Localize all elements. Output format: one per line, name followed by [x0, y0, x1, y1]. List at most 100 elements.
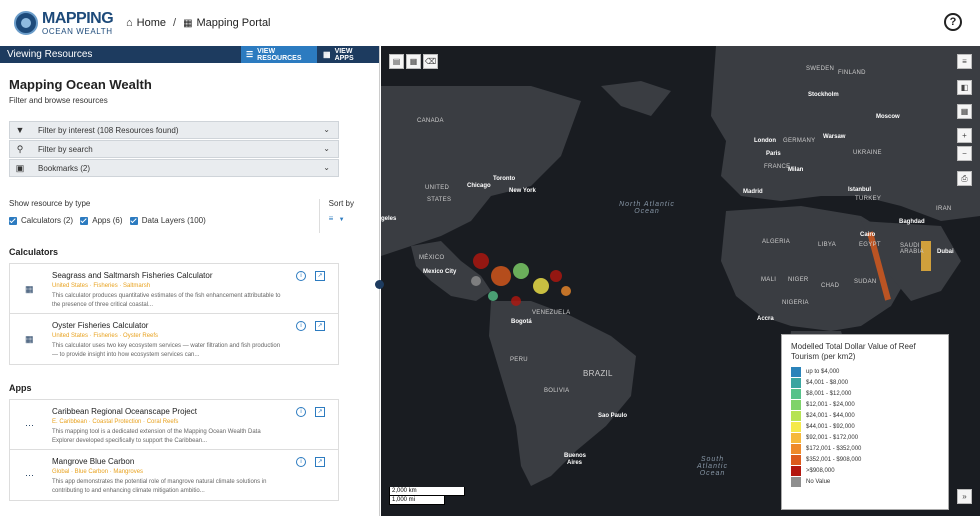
calculators-checkbox[interactable]: Calculators (2) — [9, 216, 73, 225]
card-title[interactable]: Oyster Fisheries Calculator — [52, 321, 148, 330]
external-link-icon[interactable]: ↗ — [315, 457, 325, 467]
info-icon[interactable]: i — [296, 271, 306, 281]
apps-checkbox[interactable]: Apps (6) — [80, 216, 122, 225]
home-icon[interactable]: ⌂ — [126, 17, 133, 29]
data-layers-checkbox[interactable]: Data Layers (100) — [129, 216, 206, 225]
print-icon[interactable]: ⎙ — [957, 171, 972, 186]
view-apps-label: VIEW APPS — [334, 47, 354, 62]
legend-items: up to $4,000 $4,001 - $8,000 $8,001 - $1… — [791, 366, 939, 487]
legend-label: $8,001 - $12,000 — [806, 390, 852, 397]
data-layers-checkbox-label: Data Layers (100) — [141, 216, 206, 225]
sort-label: Sort by — [328, 199, 354, 208]
card-tags: United States · Fisheries · Saltmarsh — [52, 283, 151, 289]
zoom-in-icon[interactable]: + — [957, 128, 972, 143]
legend-label: >$908,000 — [806, 467, 835, 474]
info-icon[interactable]: i — [296, 321, 306, 331]
apps-grid-icon: ▦ — [323, 50, 331, 59]
legend-item: $12,001 - $24,000 — [791, 399, 939, 410]
legend-label: $44,001 - $92,000 — [806, 423, 855, 430]
legend-item: $8,001 - $12,000 — [791, 388, 939, 399]
map-label: Madrid — [743, 189, 763, 195]
legend-item: $4,001 - $8,000 — [791, 377, 939, 388]
zoom-out-icon[interactable]: − — [957, 146, 972, 161]
trash-icon[interactable]: ⌫ — [423, 54, 438, 69]
resource-card[interactable]: ⋯ Caribbean Regional Oceanscape Project … — [9, 399, 339, 450]
caret-down-icon: ▼ — [338, 217, 345, 223]
card-tags: E. Caribbean · Coastal Protection · Cora… — [52, 419, 179, 425]
bookmarks-row[interactable]: ▣ Bookmarks (2) ⌄ — [9, 159, 339, 177]
resource-card[interactable]: ▦ Oyster Fisheries Calculator United Sta… — [9, 314, 339, 365]
legend-swatch — [791, 410, 801, 421]
help-button[interactable]: ? — [944, 13, 962, 31]
legend-title: Modelled Total Dollar Value of Reef Tour… — [791, 342, 916, 361]
resource-card[interactable]: ▦ Seagrass and Saltmarsh Fisheries Calcu… — [9, 263, 339, 314]
filter-interest-row[interactable]: ▼ Filter by interest (108 Resources foun… — [9, 121, 339, 139]
funnel-icon: ▼ — [15, 125, 25, 135]
info-icon[interactable]: i — [296, 407, 306, 417]
type-filter-label: Show resource by type — [9, 199, 91, 208]
menu-icon[interactable]: ≡ — [957, 54, 972, 69]
map-label: geles — [381, 216, 397, 222]
external-link-icon[interactable]: ↗ — [315, 321, 325, 331]
breadcrumb-home[interactable]: Home — [137, 17, 166, 29]
view-resources-button[interactable]: ☰ VIEW RESOURCES — [241, 46, 317, 63]
map-label: Buenos — [564, 453, 587, 459]
map-label: SWEDEN — [806, 66, 835, 72]
breadcrumb-separator: / — [173, 17, 177, 29]
bookmarks-label: Bookmarks (2) — [38, 163, 91, 173]
map-view[interactable]: ▤ ▦ ⌫ ≡ ◧ ▦ + − ⎙ » SWEDEN FINLAND Stock… — [381, 46, 980, 516]
select-icon[interactable]: ▦ — [406, 54, 421, 69]
external-link-icon[interactable]: ↗ — [315, 271, 325, 281]
measure-icon[interactable]: ▤ — [389, 54, 404, 69]
info-icon[interactable]: i — [296, 457, 306, 467]
legend-swatch — [791, 377, 801, 388]
calculators-heading: Calculators — [9, 247, 59, 257]
legend-label: $352,001 - $908,000 — [806, 456, 862, 463]
map-label: MALI — [761, 277, 777, 283]
sort-dropdown[interactable]: ≡ ▼ — [329, 214, 354, 223]
map-label: Chicago — [467, 183, 491, 189]
legend-swatch — [791, 476, 801, 487]
card-description: This calculator uses two key ecosystem s… — [52, 343, 281, 358]
legend-swatch — [791, 432, 801, 443]
grid-icon: ▦ — [183, 17, 193, 29]
map-legend: Modelled Total Dollar Value of Reef Tour… — [781, 334, 949, 510]
map-label: SAUDI ARABIA — [900, 243, 924, 255]
card-title[interactable]: Caribbean Regional Oceanscape Project — [52, 407, 197, 416]
panel-collapse-handle[interactable] — [375, 280, 384, 289]
card-title[interactable]: Mangrove Blue Carbon — [52, 457, 134, 466]
map-label: Paris — [766, 151, 781, 157]
resource-card[interactable]: ⋯ Mangrove Blue Carbon Global · Blue Car… — [9, 450, 339, 501]
view-apps-button[interactable]: ▦ VIEW APPS — [318, 46, 378, 63]
chevron-down-icon: ⌄ — [323, 125, 330, 134]
card-title[interactable]: Seagrass and Saltmarsh Fisheries Calcula… — [52, 271, 213, 280]
filter-search-row[interactable]: ⚲ Filter by search ⌄ — [9, 140, 339, 158]
map-label: North Atlantic Ocean — [619, 201, 675, 215]
legend-item: $24,001 - $44,000 — [791, 410, 939, 421]
basemap-gallery-icon[interactable]: ▦ — [957, 104, 972, 119]
map-label: SUDAN — [854, 279, 877, 285]
map-label: BRAZIL — [583, 369, 613, 378]
logo[interactable]: MAPPING OCEAN WEALTH — [14, 10, 114, 36]
legend-swatch — [791, 366, 801, 377]
scale-bar: 2,000 km 1,000 mi — [389, 487, 465, 505]
calculator-icon: ▦ — [25, 334, 34, 344]
scale-km: 2,000 km — [389, 487, 465, 496]
map-label: STATES — [427, 197, 452, 203]
map-label: ALGERIA — [762, 239, 791, 245]
chevron-down-icon: ⌄ — [323, 144, 330, 153]
legend-label: $24,001 - $44,000 — [806, 412, 855, 419]
search-icon: ⚲ — [16, 143, 24, 154]
legend-item: $92,001 - $172,000 — [791, 432, 939, 443]
calculator-icon: ▦ — [25, 284, 34, 294]
legend-label: $92,001 - $172,000 — [806, 434, 859, 441]
top-bar: MAPPING OCEAN WEALTH ⌂ Home / ▦ Mapping … — [0, 0, 980, 46]
legend-label: $4,001 - $8,000 — [806, 379, 849, 386]
external-link-icon[interactable]: ↗ — [315, 407, 325, 417]
apps-heading: Apps — [9, 383, 32, 393]
map-label: CHAD — [821, 283, 840, 289]
logo-line2: OCEAN WEALTH — [42, 26, 113, 36]
expand-icon[interactable]: » — [957, 489, 972, 504]
layers-icon[interactable]: ◧ — [957, 80, 972, 95]
breadcrumb-portal[interactable]: Mapping Portal — [197, 17, 271, 29]
